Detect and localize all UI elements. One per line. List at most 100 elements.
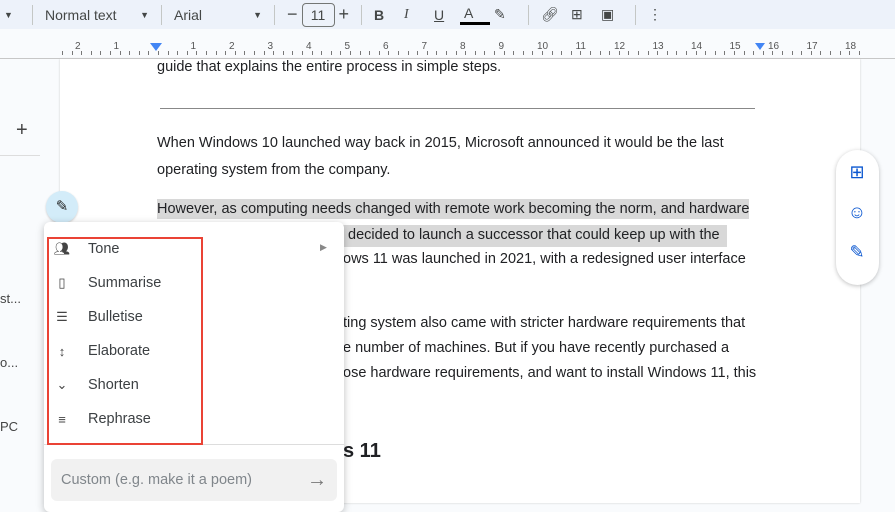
- ruler-tick: [542, 51, 543, 55]
- divider: [32, 4, 33, 25]
- ruler-tick: [321, 51, 323, 55]
- ruler-tick: [311, 51, 313, 55]
- submenu-arrow-icon: ▶: [320, 242, 327, 252]
- ruler-tick: [90, 51, 92, 55]
- ruler-tick: [417, 51, 419, 55]
- ruler-tick: [177, 51, 179, 55]
- ruler-tick: [820, 51, 822, 55]
- highlight-annotation-box: [47, 237, 203, 445]
- body-text: operating system from the company.: [157, 162, 391, 178]
- italic-button[interactable]: I: [400, 3, 430, 27]
- ruler-tick: [282, 51, 284, 55]
- ruler-tick: [647, 51, 649, 55]
- suggest-edits-icon[interactable]: ✎: [846, 241, 868, 263]
- ruler-tick: [734, 51, 735, 55]
- ruler-tick: [839, 51, 841, 55]
- outline-sidebar: + st... o... PC: [0, 59, 40, 503]
- link-icon[interactable]: 🔗︎: [537, 3, 567, 27]
- underline-button[interactable]: U: [430, 3, 460, 27]
- ruler-tick: [638, 51, 639, 55]
- more-options-icon[interactable]: ⋮: [644, 3, 666, 27]
- ruler-tick: [705, 51, 707, 55]
- ruler-tick: [110, 51, 111, 55]
- ruler-tick: [561, 51, 563, 55]
- ruler-tick: [350, 51, 351, 55]
- more-dropdown[interactable]: ▼: [0, 3, 24, 27]
- ruler-tick: [666, 51, 668, 55]
- ruler-tick: [580, 51, 582, 55]
- font-size-input[interactable]: 11: [301, 2, 335, 27]
- ruler-tick: [676, 51, 678, 55]
- ruler-tick: [62, 51, 63, 55]
- ruler-tick: [830, 51, 831, 55]
- ruler-tick: [407, 51, 409, 55]
- ruler-tick: [858, 51, 860, 55]
- ruler-number: 1: [113, 41, 120, 52]
- decrease-font-button[interactable]: −: [283, 3, 302, 27]
- highlight-icon[interactable]: ✎: [490, 3, 520, 27]
- text-color-button[interactable]: A: [460, 5, 491, 25]
- ruler-number: 15: [729, 41, 741, 52]
- ruler-tick: [81, 51, 83, 55]
- divider: [161, 4, 162, 25]
- horizontal-rule: [160, 108, 755, 109]
- ruler-tick: [753, 51, 755, 55]
- add-comment-icon[interactable]: ⊞: [846, 161, 868, 183]
- font-value: Arial: [174, 6, 203, 23]
- help-me-write-button[interactable]: ✎: [46, 191, 78, 223]
- right-indent-marker[interactable]: [755, 43, 765, 50]
- custom-prompt-placeholder: Custom (e.g. make it a poem): [61, 472, 252, 488]
- ruler-tick: [215, 51, 217, 55]
- divider: [635, 4, 637, 25]
- ruler-tick: [465, 51, 467, 55]
- body-text: guide that explains the entire process i…: [157, 59, 502, 75]
- ruler-tick: [244, 51, 246, 55]
- bold-button[interactable]: B: [370, 3, 400, 27]
- emoji-reaction-icon[interactable]: ☺: [846, 201, 868, 223]
- ruler-tick: [810, 51, 812, 55]
- divider: [274, 4, 275, 25]
- ruler-tick: [369, 51, 371, 55]
- ruler-tick: [772, 51, 774, 55]
- ruler-tick: [513, 51, 515, 55]
- ruler-number: 1: [190, 41, 197, 52]
- ruler-tick: [503, 51, 505, 55]
- font-select[interactable]: Arial ▼: [170, 3, 266, 27]
- ruler-tick: [330, 51, 332, 55]
- ruler-tick: [138, 51, 140, 55]
- outline-item[interactable]: PC: [0, 419, 18, 434]
- add-comment-icon[interactable]: ⊞: [567, 3, 597, 27]
- outline-item[interactable]: o...: [0, 355, 18, 370]
- ruler-tick: [158, 51, 159, 55]
- insert-image-icon[interactable]: ▣: [597, 3, 627, 27]
- indent-marker[interactable]: [150, 43, 162, 51]
- send-arrow-icon[interactable]: →: [307, 469, 327, 492]
- section-heading: s 11: [343, 440, 381, 462]
- divider: [361, 4, 363, 25]
- ruler-tick: [686, 51, 687, 55]
- ruler-tick: [570, 51, 572, 55]
- custom-prompt-input[interactable]: Custom (e.g. make it a poem) →: [51, 459, 337, 501]
- ruler-tick: [522, 51, 524, 55]
- ruler-tick: [254, 51, 255, 55]
- ruler[interactable]: 2 1 1 2 3 4 5 6 7 8 9 10 11 12 13 14 15 16 17 18: [0, 29, 895, 59]
- ruler-tick: [71, 51, 73, 55]
- ruler-number: 17: [806, 41, 818, 52]
- ruler-tick: [196, 51, 198, 55]
- ruler-tick: [359, 51, 361, 55]
- body-text: ose hardware requirements, and want to i…: [343, 365, 757, 381]
- add-tab-button[interactable]: +: [16, 119, 28, 142]
- outline-item[interactable]: st...: [0, 291, 21, 306]
- ruler-tick: [762, 51, 764, 55]
- ruler-number: 18: [845, 41, 857, 52]
- ruler-tick: [206, 51, 207, 55]
- body-text: ting system also came with stricter hard…: [343, 315, 746, 331]
- ruler-tick: [167, 51, 169, 55]
- ruler-tick: [186, 51, 188, 55]
- style-select[interactable]: Normal text ▼: [41, 3, 153, 27]
- ruler-tick: [494, 51, 495, 55]
- increase-font-button[interactable]: +: [335, 3, 354, 27]
- ruler-tick: [695, 51, 697, 55]
- ruler-tick: [599, 51, 601, 55]
- selected-text: decided to launch a successor that could…: [348, 227, 720, 243]
